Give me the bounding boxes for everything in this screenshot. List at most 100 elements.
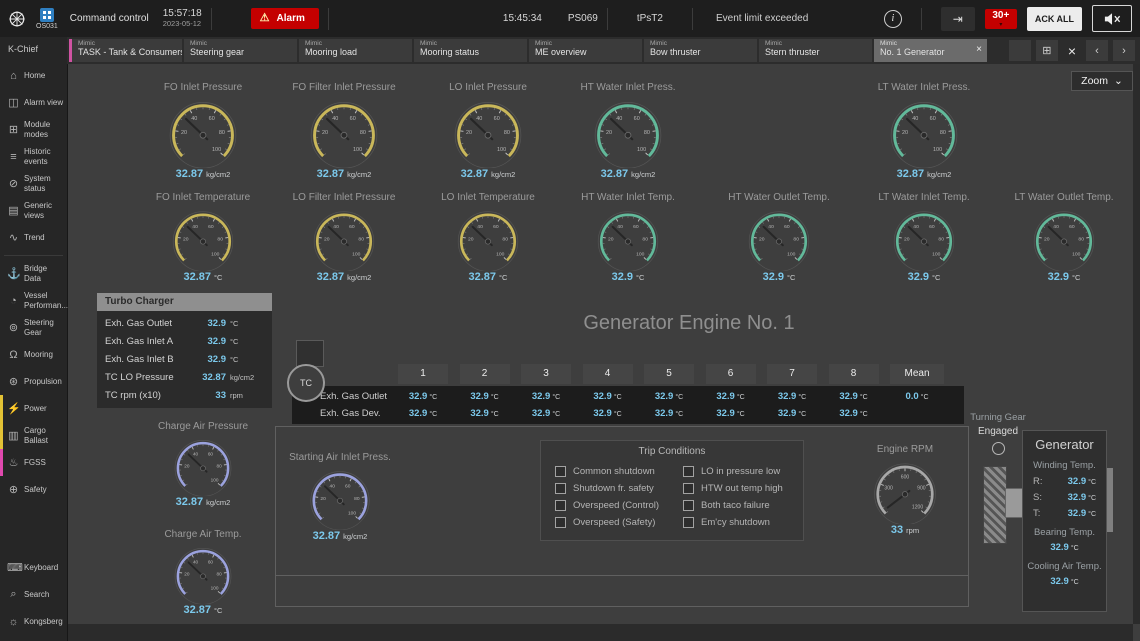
- svg-text:20: 20: [322, 130, 328, 136]
- workstation-id[interactable]: OS031: [36, 8, 58, 30]
- checkbox-overspeed-safety[interactable]: [555, 517, 566, 528]
- alarm-button[interactable]: ⚠ Alarm: [251, 8, 319, 29]
- sidebar-item-historic-events[interactable]: ≡Historic events: [0, 143, 67, 170]
- sidebar-item-module-modes[interactable]: ⊞Module modes: [0, 116, 67, 143]
- turbo-row-value: 32.87: [202, 372, 226, 383]
- svg-text:80: 80: [358, 237, 364, 243]
- ht-water-inlet-press-gauge[interactable]: HT Water Inlet Press.2040608010032.87kg/…: [563, 82, 693, 180]
- sidebar-item-search[interactable]: ⌕Search: [0, 581, 67, 608]
- fo-filter-inlet-pressure-gauge[interactable]: FO Filter Inlet Pressure2040608010032.87…: [279, 82, 409, 180]
- sidebar-item-power[interactable]: ⚡Power: [0, 395, 67, 422]
- fo-inlet-pressure-gauge[interactable]: FO Inlet Pressure2040608010032.87kg/cm2: [138, 82, 268, 180]
- sidebar-item-mooring[interactable]: ΩMooring: [0, 341, 67, 368]
- svg-text:40: 40: [192, 224, 198, 230]
- alarm-count-badge[interactable]: 30+ ▾: [985, 9, 1017, 29]
- tab-steering-gear[interactable]: MimicSteering gear: [184, 39, 297, 62]
- gauge-value: 32.87kg/cm2: [138, 168, 268, 180]
- lo-filter-inlet-pressure-gauge[interactable]: LO Filter Inlet Pressure2040608010032.87…: [279, 192, 409, 283]
- phase-value: 32.9°C: [1068, 508, 1096, 519]
- phase-value: 32.9°C: [1068, 492, 1096, 503]
- fo-inlet-temperature-gauge[interactable]: FO Inlet Temperature2040608010032.87°C: [138, 192, 268, 283]
- cylinder-value: 0.0°C: [889, 389, 945, 405]
- sidebar-item-safety[interactable]: ⊕Safety: [0, 476, 67, 503]
- tab-extra-box[interactable]: [1009, 40, 1031, 61]
- sidebar-item-vessel-performan[interactable]: ◔Vessel Performan...: [0, 287, 67, 314]
- sidebar-item-trend[interactable]: ∿Trend: [0, 224, 67, 251]
- sidebar-item-home[interactable]: ⌂Home: [0, 62, 67, 89]
- sidebar: K-Chief ⌂Home◫Alarm view⊞Module modes≡Hi…: [0, 37, 68, 641]
- ht-water-outlet-temp-gauge[interactable]: HT Water Outlet Temp.2040608010032.9°C: [714, 192, 844, 283]
- checkbox-lo-in-pressure-low[interactable]: [683, 466, 694, 477]
- sidebar-item-kongsberg[interactable]: ☼Kongsberg: [0, 608, 67, 635]
- charge-air-pressure-gauge[interactable]: Charge Air Pressure2040608010032.87kg/cm…: [138, 421, 268, 508]
- sidebar-item-keyboard[interactable]: ⌨Keyboard: [0, 554, 67, 581]
- sidebar-item-label: Cargo Ballast: [24, 426, 66, 444]
- checkbox-common-shutdown[interactable]: [555, 466, 566, 477]
- checkbox-em-cy-shutdown[interactable]: [683, 517, 694, 528]
- checkbox-overspeed-control[interactable]: [555, 500, 566, 511]
- sidebar-item-propulsion[interactable]: ⊛Propulsion: [0, 368, 67, 395]
- checkbox-htw-out-temp-high[interactable]: [683, 483, 694, 494]
- winding-phase-s: S:32.9°C: [1023, 492, 1106, 503]
- sidebar-item-cargo-ballast[interactable]: ▥Cargo Ballast: [0, 422, 67, 449]
- svg-text:40: 40: [332, 116, 338, 122]
- tab-stern-thruster[interactable]: MimicStern thruster: [759, 39, 872, 62]
- tab-scroll-right-icon[interactable]: ›: [1113, 40, 1135, 61]
- tab-mooring-status[interactable]: MimicMooring status: [414, 39, 527, 62]
- divider: [921, 8, 922, 30]
- zoom-button[interactable]: Zoom ⌄: [1071, 71, 1133, 91]
- svg-text:60: 60: [209, 116, 215, 122]
- tab-close-icon[interactable]: ×: [976, 44, 982, 56]
- sidebar-item-steering-gear[interactable]: ⊚Steering Gear: [0, 314, 67, 341]
- svg-text:40: 40: [912, 116, 918, 122]
- app-title: Command control: [70, 13, 149, 24]
- cylinder-column-header-mean: Mean: [890, 364, 944, 384]
- info-icon[interactable]: i: [884, 10, 902, 28]
- checkbox-both-taco-failure[interactable]: [683, 500, 694, 511]
- svg-text:20: 20: [181, 130, 187, 136]
- trip-conditions-panel: Trip Conditions Common shutdownShutdown …: [540, 440, 804, 541]
- os-label: OS031: [36, 23, 58, 30]
- sidebar-item-alarm-view[interactable]: ◫Alarm view: [0, 89, 67, 116]
- tab-scroll-left-icon[interactable]: ‹: [1086, 40, 1108, 61]
- gauge-dial: 20406080100: [563, 205, 693, 271]
- trip-condition-lo-in-pressure-low: LO in pressure low: [683, 465, 780, 478]
- checkbox-shutdown-fr-safety[interactable]: [555, 483, 566, 494]
- sign-in-icon[interactable]: ⇥: [941, 7, 975, 31]
- horizontal-scrollbar[interactable]: [67, 624, 1133, 641]
- ack-all-button[interactable]: ACK ALL: [1027, 7, 1082, 31]
- turbo-row-label: Exh. Gas Outlet: [105, 318, 208, 329]
- tab-task-tank-consumers[interactable]: MimicTASK - Tank & Consumers: [69, 39, 182, 62]
- svg-text:40: 40: [616, 116, 622, 122]
- close-all-tabs-icon[interactable]: ×: [1063, 43, 1081, 59]
- tab-mooring-load[interactable]: MimicMooring load: [299, 39, 412, 62]
- svg-text:20: 20: [466, 130, 472, 136]
- cylinder-value: 32.9°C: [457, 389, 513, 405]
- shaft-graphic: [983, 466, 1007, 544]
- lt-water-inlet-temp-gauge[interactable]: LT Water Inlet Temp.2040608010032.9°C: [859, 192, 989, 283]
- lt-water-outlet-temp-gauge[interactable]: LT Water Outlet Temp.2040608010032.9°C: [999, 192, 1129, 283]
- gauge-value: 32.87kg/cm2: [138, 496, 268, 508]
- vertical-scrollbar[interactable]: [1133, 64, 1140, 624]
- tab-me-overview[interactable]: MimicME overview: [529, 39, 642, 62]
- layout-grid-icon[interactable]: ⊞: [1036, 40, 1058, 61]
- gauge-dial: 20406080100: [999, 205, 1129, 271]
- cylinder-column-header-4: 4: [583, 364, 633, 384]
- tab-no-1-generator[interactable]: MimicNo. 1 Generator×: [874, 39, 987, 62]
- divider: [211, 8, 212, 30]
- system-status-icon: ⊘: [7, 177, 20, 190]
- svg-text:60: 60: [349, 224, 355, 230]
- charge-air-temp-gauge[interactable]: Charge Air Temp.2040608010032.87°C: [138, 529, 268, 616]
- speaker-muted-icon[interactable]: [1092, 5, 1132, 32]
- ht-water-inlet-temp-gauge[interactable]: HT Water Inlet Temp.2040608010032.9°C: [563, 192, 693, 283]
- sidebar-item-system-status[interactable]: ⊘System status: [0, 170, 67, 197]
- tab-bow-thruster[interactable]: MimicBow thruster: [644, 39, 757, 62]
- trip-condition-label: Both taco failure: [701, 500, 770, 511]
- lo-inlet-pressure-gauge[interactable]: LO Inlet Pressure2040608010032.87kg/cm2: [423, 82, 553, 180]
- sidebar-item-generic-views[interactable]: ▤Generic views: [0, 197, 67, 224]
- lt-water-inlet-press-gauge[interactable]: LT Water Inlet Press.2040608010032.87kg/…: [859, 82, 989, 180]
- tc-schematic-box: [296, 340, 324, 367]
- sidebar-item-fgss[interactable]: ♨FGSS: [0, 449, 67, 476]
- sidebar-item-bridge-data[interactable]: ⚓Bridge Data: [0, 260, 67, 287]
- lo-inlet-temperature-gauge[interactable]: LO Inlet Temperature2040608010032.87°C: [423, 192, 553, 283]
